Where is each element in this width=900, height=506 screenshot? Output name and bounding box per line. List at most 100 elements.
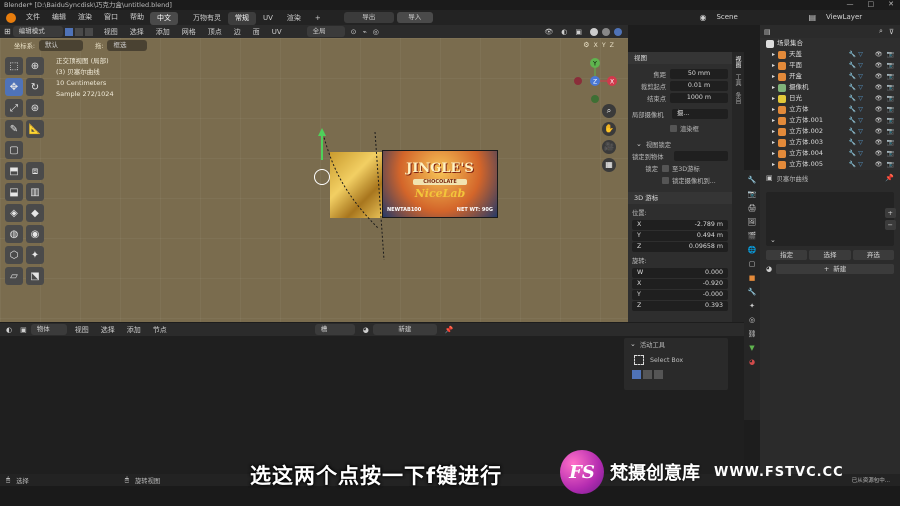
viewport-3d[interactable]: 正交顶视图 (局部) (3) 贝塞尔曲线 10 Centimeters Samp… bbox=[0, 38, 628, 322]
visibility-eye-icon[interactable]: 👁 bbox=[875, 49, 883, 60]
n-tab-view[interactable]: 视图 bbox=[732, 56, 742, 68]
expand-arrow-icon[interactable]: ▸ bbox=[772, 60, 775, 71]
pin-icon[interactable]: 📌 bbox=[445, 326, 454, 334]
smooth-icon[interactable]: ◉ bbox=[26, 225, 44, 243]
constraints-props-icon[interactable]: ⛓ bbox=[748, 330, 757, 338]
navigation-gizmo[interactable]: Y Z X bbox=[570, 56, 620, 106]
maximize-button[interactable]: □ bbox=[868, 0, 875, 10]
expand-arrow-icon[interactable]: ▸ bbox=[772, 49, 775, 60]
node-menu-add[interactable]: 添加 bbox=[123, 325, 145, 335]
node-menu-select[interactable]: 选择 bbox=[97, 325, 119, 335]
lock-cursor-checkbox[interactable] bbox=[662, 164, 669, 172]
select-mode-face-icon[interactable] bbox=[84, 27, 93, 36]
node-menu-node[interactable]: 节点 bbox=[149, 325, 171, 335]
browse-material-icon[interactable]: ◕ bbox=[766, 265, 772, 273]
visibility-eye-icon[interactable]: 👁 bbox=[875, 71, 883, 82]
render-props-icon[interactable]: 📷 bbox=[748, 190, 757, 198]
mode-extend-icon[interactable] bbox=[643, 369, 652, 379]
outliner-item[interactable]: ▸ 开盒 🔧 ▽ 👁 📷 bbox=[760, 71, 900, 82]
lang-toggle[interactable]: 中文 bbox=[150, 11, 178, 25]
axis-z-toggle[interactable]: Z bbox=[610, 42, 614, 49]
outliner-item[interactable]: ▸ 天盖 🔧 ▽ 👁 📷 bbox=[760, 49, 900, 60]
minimize-button[interactable]: — bbox=[847, 0, 854, 10]
outliner-item[interactable]: ▸ 立方体.005 🔧 ▽ 👁 📷 bbox=[760, 159, 900, 170]
expand-arrow-icon[interactable]: ▸ bbox=[772, 93, 775, 104]
active-tool-arrow-icon[interactable]: ⌄ bbox=[630, 340, 636, 348]
zoom-icon[interactable]: ⌕ bbox=[602, 104, 616, 118]
export-button[interactable]: 导出 bbox=[343, 12, 394, 23]
editor-type-icon[interactable]: ⊞ bbox=[4, 27, 11, 36]
vp-menu-view[interactable]: 视图 bbox=[99, 27, 123, 37]
mode-set-icon[interactable] bbox=[632, 369, 641, 379]
visibility-eye-icon[interactable]: 👁 bbox=[875, 82, 883, 93]
visibility-eye-icon[interactable]: 👁 bbox=[875, 93, 883, 104]
expand-arrow-icon[interactable]: ▸ bbox=[772, 82, 775, 93]
visibility-eye-icon[interactable]: 👁 bbox=[875, 104, 883, 115]
cursor-x-field[interactable]: X -2.789 m bbox=[632, 219, 728, 230]
cursor-z-field[interactable]: Z 0.09658 m bbox=[632, 241, 728, 252]
vp-menu-vertex[interactable]: 顶点 bbox=[203, 27, 227, 37]
scene-props-icon[interactable]: 🎬 bbox=[748, 232, 757, 240]
world-props-icon[interactable]: 🌐 bbox=[748, 246, 757, 254]
close-button[interactable]: ✕ bbox=[888, 0, 894, 10]
menu-help[interactable]: 帮助 bbox=[124, 10, 150, 25]
cursor-icon[interactable]: ⊕ bbox=[26, 57, 44, 75]
xray-icon[interactable]: ▣ bbox=[575, 28, 582, 36]
node-editor-type-icon[interactable]: ◐ bbox=[6, 326, 12, 334]
polybuild-icon[interactable]: ◆ bbox=[26, 204, 44, 222]
shading-render-icon[interactable] bbox=[614, 27, 622, 36]
slot-expand-icon[interactable]: ⌄ bbox=[770, 236, 776, 244]
outliner-item[interactable]: ▸ 立方体.001 🔧 ▽ 👁 📷 bbox=[760, 115, 900, 126]
render-camera-icon[interactable]: 📷 bbox=[887, 82, 894, 93]
clip-end-field[interactable]: 1000 m bbox=[670, 93, 728, 103]
view-section-header[interactable]: 视图 bbox=[628, 52, 732, 64]
outliner-item[interactable]: ▸ 立方体.002 🔧 ▽ 👁 📷 bbox=[760, 126, 900, 137]
bezier-curve[interactable] bbox=[300, 120, 410, 270]
menu-render[interactable]: 渲染 bbox=[72, 10, 98, 25]
props-pin-icon[interactable]: 📌 bbox=[885, 174, 894, 182]
measure-icon[interactable]: 📐 bbox=[26, 120, 44, 138]
add-slot-button[interactable]: + bbox=[884, 208, 896, 218]
material-sphere-icon[interactable]: ◕ bbox=[363, 326, 369, 334]
material-slot-select[interactable]: 槽 bbox=[314, 324, 355, 335]
axis-x-toggle[interactable]: X bbox=[593, 42, 597, 49]
select-box-tool-icon[interactable] bbox=[634, 355, 644, 365]
overlay-icon[interactable]: ◐ bbox=[561, 28, 567, 36]
visibility-eye-icon[interactable]: 👁 bbox=[875, 60, 883, 71]
scene-name[interactable]: Scene bbox=[710, 10, 768, 25]
shading-material-icon[interactable] bbox=[602, 27, 610, 36]
inset-icon[interactable]: ⧈ bbox=[26, 162, 44, 180]
select-box-icon[interactable]: ⬚ bbox=[5, 57, 23, 75]
output-props-icon[interactable]: 🖨 bbox=[748, 204, 757, 212]
select-button[interactable]: 选择 bbox=[809, 250, 851, 260]
render-camera-icon[interactable]: 📷 bbox=[887, 126, 894, 137]
rot-z-field[interactable]: Z 0.393 bbox=[632, 300, 728, 311]
drag-select[interactable]: 框选 bbox=[107, 39, 148, 51]
lock-object-field[interactable] bbox=[674, 151, 728, 161]
remove-slot-button[interactable]: − bbox=[884, 220, 896, 230]
visibility-eye-icon[interactable]: 👁 bbox=[875, 159, 883, 170]
render-camera-icon[interactable]: 📷 bbox=[887, 104, 894, 115]
vp-menu-add[interactable]: 添加 bbox=[151, 27, 175, 37]
snap-icon[interactable]: ⌁ bbox=[363, 28, 367, 36]
render-camera-icon[interactable]: 📷 bbox=[887, 148, 894, 159]
knife-icon[interactable]: ◈ bbox=[5, 204, 23, 222]
transform-icon[interactable]: ⊛ bbox=[26, 99, 44, 117]
render-camera-icon[interactable]: 📷 bbox=[887, 159, 894, 170]
outliner-search-icon[interactable]: ⌕ bbox=[879, 27, 883, 36]
viewlayer-props-icon[interactable]: 🖼 bbox=[748, 218, 757, 226]
cursor-y-field[interactable]: Y 0.494 m bbox=[632, 230, 728, 241]
collection-props-icon[interactable]: ▢ bbox=[749, 260, 756, 268]
vp-menu-select[interactable]: 选择 bbox=[125, 27, 149, 37]
rot-w-field[interactable]: W 0.000 bbox=[632, 267, 728, 278]
data-props-icon[interactable]: ▼ bbox=[749, 344, 754, 352]
deselect-button[interactable]: 弃选 bbox=[852, 250, 894, 260]
camera-icon[interactable]: 🎥 bbox=[602, 140, 616, 154]
select-mode-edge-icon[interactable] bbox=[74, 27, 83, 36]
render-region-checkbox[interactable] bbox=[670, 124, 677, 132]
axis-y-toggle[interactable]: Y bbox=[602, 42, 606, 49]
move-icon[interactable]: ✥ bbox=[5, 78, 23, 96]
visibility-eye-icon[interactable]: 👁 bbox=[875, 126, 883, 137]
cursor-section-header[interactable]: 3D 游标 bbox=[628, 192, 732, 204]
outliner-type-icon[interactable]: ▤ bbox=[764, 28, 771, 36]
